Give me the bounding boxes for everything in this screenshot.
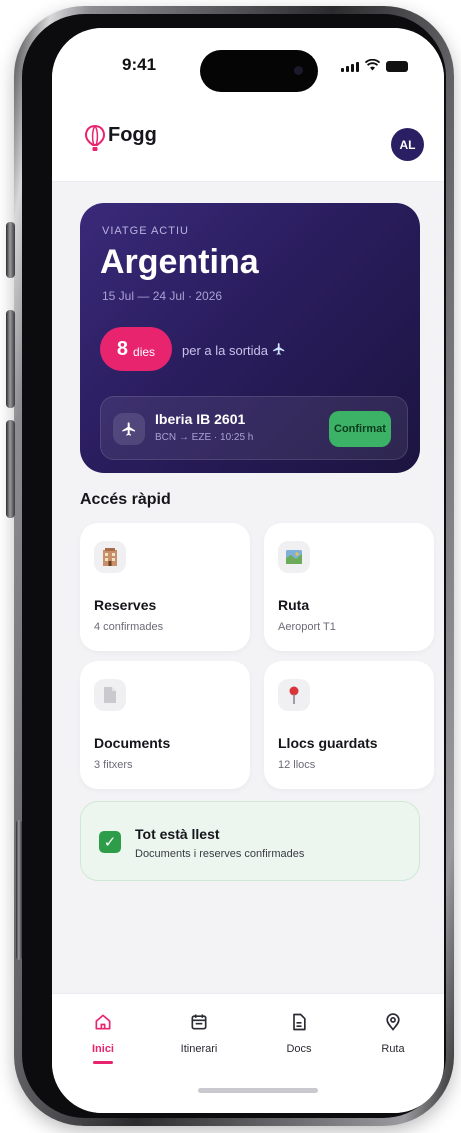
tile-title: Documents: [94, 735, 171, 751]
document-icon: [94, 679, 126, 711]
check-icon: ✓: [99, 831, 121, 853]
app-name: Fogg: [108, 124, 157, 146]
tile-title: Llocs guardats: [278, 735, 378, 751]
tab-ruta[interactable]: Ruta: [358, 1012, 428, 1055]
hotel-icon: [94, 541, 126, 573]
avatar[interactable]: AL: [391, 128, 424, 161]
balloon-logo-icon: [84, 124, 106, 157]
countdown-note-text: per a la sortida: [182, 343, 268, 358]
frame-antenna-line: [16, 820, 22, 960]
home-indicator[interactable]: [198, 1088, 318, 1093]
flight-details: BCN → EZE · 10:25 h: [155, 432, 254, 443]
pin-icon: [278, 679, 310, 711]
tile-documents[interactable]: Documents 3 fitxers: [80, 661, 250, 789]
flight-card[interactable]: Iberia IB 2601 BCN → EZE · 10:25 h Confi…: [100, 396, 408, 460]
location-icon: [383, 1012, 403, 1037]
tab-inici[interactable]: Inici: [68, 1012, 138, 1064]
all-ready-card[interactable]: ✓ Tot està llest Documents i reserves co…: [80, 801, 420, 881]
tab-label: Itinerari: [180, 1043, 218, 1055]
volume-down-button: [6, 420, 15, 518]
days-countdown-badge: 8 dies: [100, 327, 172, 371]
status-time: 9:41: [122, 55, 157, 74]
trip-destination: Argentina: [100, 243, 259, 281]
calendar-icon: [189, 1012, 209, 1037]
status-icons: [341, 58, 408, 72]
wifi-icon: [364, 58, 381, 72]
quick-access-title: Accés ràpid: [80, 491, 171, 508]
tile-subtitle: 12 llocs: [278, 759, 316, 771]
app-screen: 9:41 Fogg AL VIATGE ACTIU Argentina 15 J…: [52, 28, 444, 1113]
tile-subtitle: 4 confirmades: [94, 621, 164, 633]
ready-subtitle: Documents i reserves confirmades: [135, 848, 305, 860]
trip-dates: 15 Jul — 24 Jul · 2026: [102, 289, 223, 303]
tile-title: Ruta: [278, 597, 310, 613]
tab-label: Ruta: [381, 1043, 405, 1055]
tab-itinerari[interactable]: Itinerari: [164, 1012, 234, 1055]
flight-name: Iberia IB 2601: [155, 411, 246, 427]
tile-title: Reserves: [94, 597, 157, 613]
tile-ruta[interactable]: Ruta Aeroport T1: [264, 523, 434, 651]
signal-icon: [341, 62, 359, 72]
volume-up-button: [6, 310, 15, 408]
tab-label: Docs: [286, 1043, 312, 1055]
tile-saved-places[interactable]: Llocs guardats 12 llocs: [264, 661, 434, 789]
status-bar: 9:41: [52, 28, 444, 108]
map-icon: [278, 541, 310, 573]
battery-icon: [386, 61, 408, 72]
bottom-tab-bar: Inici Itinerari Docs Ruta: [52, 993, 444, 1113]
tile-subtitle: Aeroport T1: [278, 621, 336, 633]
flight-airplane-icon: [113, 413, 145, 445]
action-button: [6, 222, 15, 278]
airplane-icon: [272, 342, 286, 359]
days-label: dies: [133, 344, 156, 359]
active-tab-indicator: [93, 1061, 113, 1064]
active-trip-card[interactable]: VIATGE ACTIU Argentina 15 Jul — 24 Jul ·…: [80, 203, 420, 473]
flight-status-badge: Confirmat: [329, 411, 391, 447]
tile-reserves[interactable]: Reserves 4 confirmades: [80, 523, 250, 651]
countdown-note: per a la sortida: [182, 342, 286, 359]
document-icon: [289, 1012, 309, 1037]
ready-title: Tot està llest: [135, 826, 220, 842]
tab-docs[interactable]: Docs: [264, 1012, 334, 1055]
tile-subtitle: 3 fitxers: [94, 759, 133, 771]
home-icon: [93, 1012, 113, 1037]
trip-kicker: VIATGE ACTIU: [102, 225, 189, 237]
camera-dot: [294, 66, 303, 75]
tab-label: Inici: [91, 1043, 114, 1055]
days-count: 8: [116, 337, 129, 360]
